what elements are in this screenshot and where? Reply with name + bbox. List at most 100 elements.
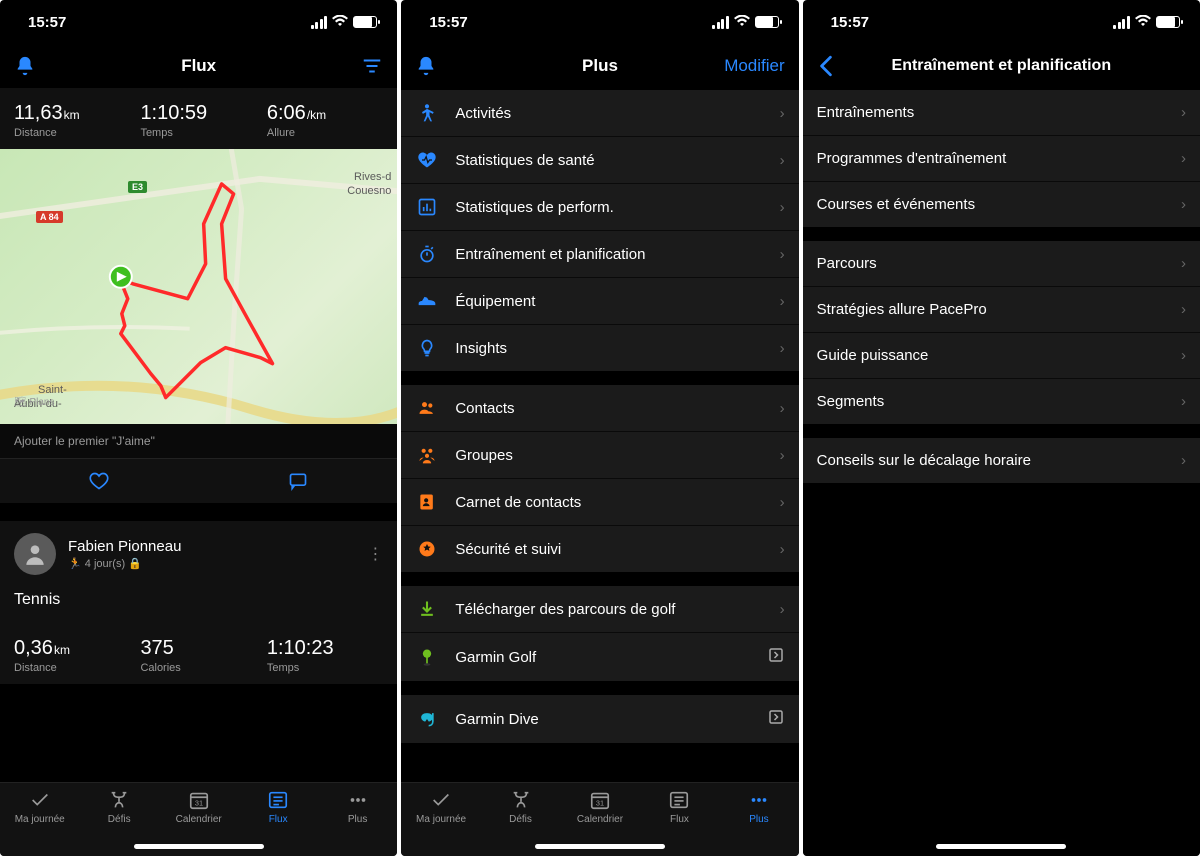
map-road-badge: E3 <box>128 181 147 193</box>
signal-icon <box>712 16 729 29</box>
filter-button[interactable] <box>323 55 383 77</box>
menu-row-shield-star[interactable]: Sécurité et suivi› <box>401 526 798 572</box>
list-item[interactable]: Entraînements › <box>803 90 1200 136</box>
list-item[interactable]: Segments› <box>803 379 1200 424</box>
menu-row-shoe[interactable]: Équipement› <box>401 278 798 325</box>
list-item-label: Segments <box>817 393 885 410</box>
edit-button[interactable]: Modifier <box>724 56 784 76</box>
list-item[interactable]: Guide puissance› <box>803 333 1200 379</box>
activity-card-header: Fabien Pionneau 🏃 4 jour(s) 🔒 ⋮ <box>0 521 397 587</box>
menu-row-label: Sécurité et suivi <box>455 541 561 558</box>
snorkel-icon <box>415 709 439 729</box>
menu-row-label: Statistiques de santé <box>455 152 594 169</box>
menu-row-chart-bar[interactable]: Statistiques de perform.› <box>401 184 798 231</box>
list-item-label: Conseils sur le décalage horaire <box>817 452 1031 469</box>
chevron-right-icon: › <box>1181 255 1186 272</box>
menu-row-contacts[interactable]: Contacts › <box>401 385 798 432</box>
list-item[interactable]: Parcours › <box>803 241 1200 287</box>
activity-stats-row: 0,36kmDistance 375Calories 1:10:23Temps <box>0 619 397 684</box>
nav-header: Plus Modifier <box>401 44 798 88</box>
chevron-right-icon: › <box>780 447 785 464</box>
nav-header: Entraînement et planification <box>803 44 1200 88</box>
golf-icon <box>415 647 439 667</box>
menu-row-label: Entraînement et planification <box>455 246 645 263</box>
shield-star-icon <box>415 539 439 559</box>
stopwatch-icon <box>415 244 439 264</box>
activity-map[interactable]: E3 A 84 Rives-d Couesno Saint- Aubin-du-… <box>0 149 397 424</box>
menu-row-groups[interactable]: Groupes› <box>401 432 798 479</box>
training-list: Entraînements › Programmes d'entraînement ›… <box>803 88 1200 856</box>
menu-row-address-book[interactable]: Carnet de contacts› <box>401 479 798 526</box>
chevron-right-icon: › <box>780 340 785 357</box>
list-item-label: Parcours <box>817 255 877 272</box>
tab-my-day[interactable]: Ma journée <box>0 789 79 856</box>
like-button[interactable] <box>0 459 199 503</box>
home-indicator[interactable] <box>936 844 1066 849</box>
menu-row-person-arms[interactable]: Activités › <box>401 90 798 137</box>
activity-title[interactable]: Tennis <box>0 587 397 619</box>
address-book-icon <box>415 492 439 512</box>
like-hint-text: Ajouter le premier "J'aime" <box>0 424 397 458</box>
tab-my-day[interactable]: Ma journée <box>401 789 480 856</box>
activity-stats-row: 11,63kmDistance 1:10:59Temps 6:06/kmAllu… <box>0 88 397 149</box>
flux-screen: 15:57 Flux 11,63kmDistance 1:10:59Temps … <box>0 0 397 856</box>
home-indicator[interactable] <box>535 844 665 849</box>
status-time: 15:57 <box>28 14 66 31</box>
more-menu-list: Activités›Statistiques de santé›Statisti… <box>401 88 798 782</box>
battery-icon <box>353 16 377 28</box>
chart-bar-icon <box>415 197 439 217</box>
status-bar: 15:57 <box>0 0 397 44</box>
list-item[interactable]: Stratégies allure PacePro › <box>803 287 1200 333</box>
groups-icon <box>415 445 439 465</box>
list-item[interactable]: Conseils sur le décalage horaire› <box>803 438 1200 483</box>
chevron-right-icon: › <box>780 152 785 169</box>
map-road-badge: A 84 <box>36 211 63 223</box>
shoe-icon <box>415 291 439 311</box>
chevron-right-icon: › <box>1181 301 1186 318</box>
map-place-label: Rives-d <box>354 171 391 183</box>
status-time: 15:57 <box>831 14 869 31</box>
tab-more[interactable]: Plus <box>719 789 798 856</box>
list-item[interactable]: Courses et événements› <box>803 182 1200 227</box>
wifi-icon <box>332 15 348 30</box>
svg-text:31: 31 <box>596 799 604 808</box>
wifi-icon <box>1135 15 1151 30</box>
menu-row-label: Garmin Golf <box>455 649 536 666</box>
list-item-label: Programmes d'entraînement <box>817 150 1007 167</box>
menu-row-label: Statistiques de perform. <box>455 199 613 216</box>
menu-row-label: Contacts <box>455 400 514 417</box>
signal-icon <box>1113 16 1130 29</box>
signal-icon <box>311 16 328 29</box>
chevron-right-icon: › <box>1181 104 1186 121</box>
chevron-right-icon: › <box>1181 150 1186 167</box>
list-item-label: Entraînements <box>817 104 915 121</box>
tab-more[interactable]: Plus <box>318 789 397 856</box>
menu-row-download[interactable]: Télécharger des parcours de golf› <box>401 586 798 633</box>
notifications-button[interactable] <box>14 55 74 77</box>
chevron-right-icon: › <box>780 293 785 310</box>
comment-button[interactable] <box>199 459 398 503</box>
menu-row-stopwatch[interactable]: Entraînement et planification› <box>401 231 798 278</box>
chevron-right-icon: › <box>780 105 785 122</box>
status-bar: 15:57 <box>401 0 798 44</box>
menu-row-label: Activités <box>455 105 511 122</box>
list-item-label: Stratégies allure PacePro <box>817 301 987 318</box>
wifi-icon <box>734 15 750 30</box>
contacts-icon <box>415 398 439 418</box>
card-menu-button[interactable]: ⋮ <box>367 544 383 564</box>
avatar[interactable] <box>14 533 56 575</box>
home-indicator[interactable] <box>134 844 264 849</box>
battery-icon <box>755 16 779 28</box>
external-link-icon <box>767 646 785 668</box>
external-link-icon <box>767 708 785 730</box>
menu-row-snorkel[interactable]: Garmin Dive <box>401 695 798 743</box>
chevron-right-icon: › <box>780 400 785 417</box>
author-name[interactable]: Fabien Pionneau <box>68 538 181 555</box>
menu-row-heart-pulse[interactable]: Statistiques de santé › <box>401 137 798 184</box>
list-item[interactable]: Programmes d'entraînement › <box>803 136 1200 182</box>
menu-row-golf[interactable]: Garmin Golf <box>401 633 798 681</box>
status-time: 15:57 <box>429 14 467 31</box>
menu-row-lightbulb[interactable]: Insights› <box>401 325 798 371</box>
back-button[interactable] <box>817 55 877 77</box>
notifications-button[interactable] <box>415 55 475 77</box>
